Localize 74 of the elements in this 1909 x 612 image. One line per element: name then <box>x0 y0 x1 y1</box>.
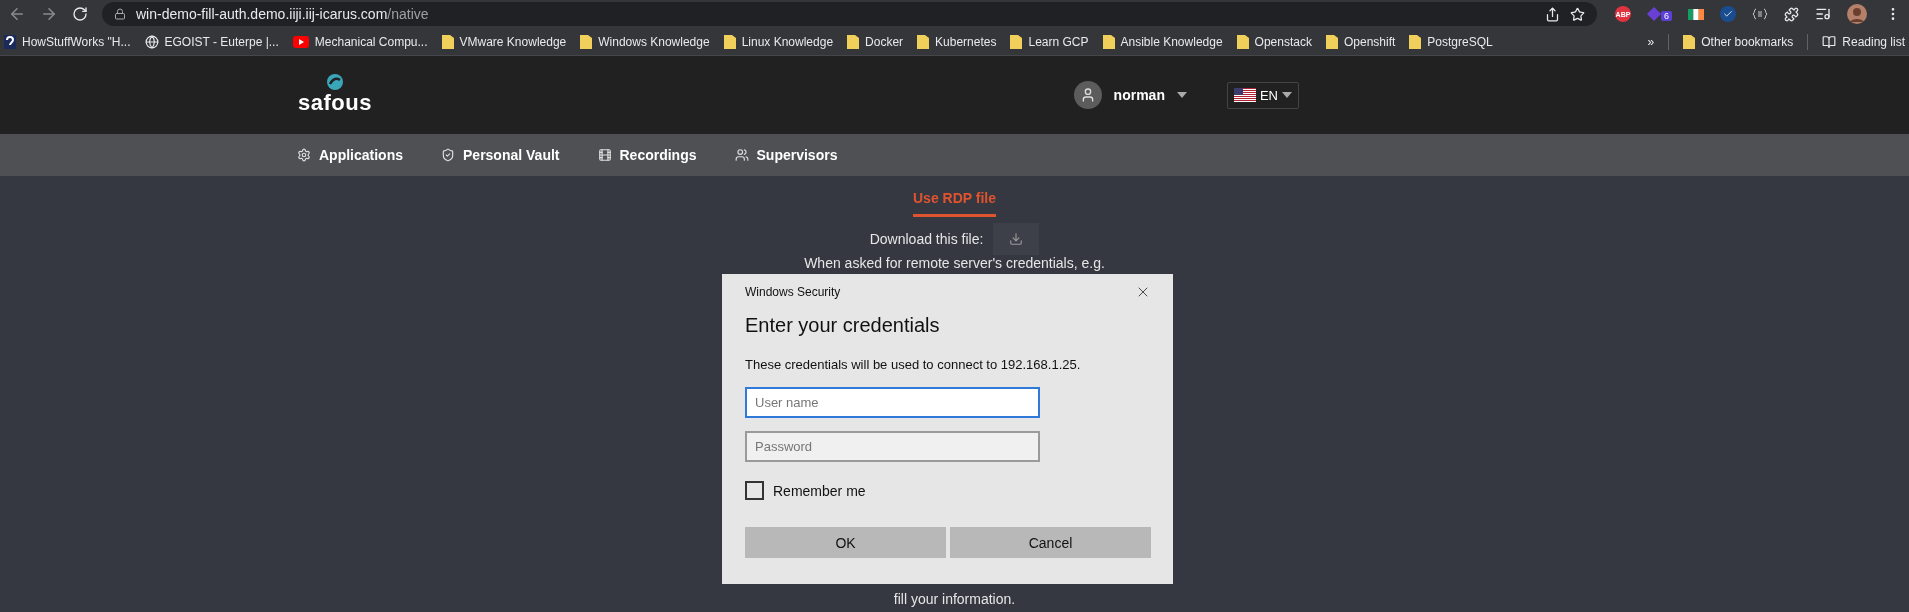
folder-icon <box>847 34 860 49</box>
share-icon[interactable] <box>1545 6 1560 22</box>
bookmark-link[interactable]: Linux Knowledge <box>723 34 834 49</box>
folder-icon <box>1683 34 1696 49</box>
playlist-icon[interactable] <box>1815 6 1831 22</box>
reading-list-icon <box>1822 34 1837 49</box>
film-icon <box>597 148 612 162</box>
dialog-title: Windows Security <box>745 285 841 299</box>
flag-icon[interactable] <box>1688 8 1704 20</box>
extension-badge: 6 <box>1661 11 1672 21</box>
bookmark-link[interactable]: Kubernetes <box>917 34 997 49</box>
shield-icon <box>441 148 455 162</box>
dialog-heading: Enter your credentials <box>745 314 941 337</box>
bookmark-star-icon[interactable] <box>1570 6 1585 22</box>
folder-icon <box>723 34 736 49</box>
caret-icon <box>1176 92 1187 98</box>
braces-icon[interactable] <box>1752 8 1768 20</box>
globe-icon <box>144 34 159 49</box>
nav-link[interactable]: Applications <box>297 147 403 163</box>
bookmark-link[interactable]: EGOIST - Euterpe |... <box>144 34 279 49</box>
input-field[interactable]: User name <box>745 387 1040 418</box>
bookmarks-overflow[interactable]: » <box>1647 34 1655 49</box>
bookmark-link[interactable]: PostgreSQL <box>1409 34 1493 49</box>
bookmark-link[interactable]: Learn GCP <box>1010 34 1089 49</box>
checkbox-label: Remember me <box>773 482 866 499</box>
bookmark-link[interactable]: VMware Knowledge <box>441 34 567 49</box>
checkbox[interactable] <box>745 481 764 500</box>
lock-icon <box>114 8 126 20</box>
profile-avatar[interactable] <box>1847 4 1867 24</box>
back-button[interactable] <box>8 5 26 23</box>
dialog-message: These credentials will be used to connect to 192.168.1.25. <box>745 357 1082 372</box>
instruction-text: When asked for remote server's credentials, e.g. <box>804 255 1105 271</box>
bookmark-link[interactable]: HowStuffWorks "H... <box>4 34 131 49</box>
language-selector[interactable]: EN <box>1226 81 1299 109</box>
download-label: Download this file: <box>869 231 984 247</box>
dialog-button[interactable]: Cancel <box>950 527 1151 558</box>
bookmark-link[interactable]: Windows Knowledge <box>580 34 710 49</box>
nav-link[interactable]: Supervisors <box>734 147 838 163</box>
bookmark-link[interactable]: Openstack <box>1236 34 1312 49</box>
site-icon <box>4 34 16 49</box>
check-icon[interactable] <box>1720 6 1736 22</box>
bookmark-link[interactable]: Mechanical Compu... <box>292 34 428 49</box>
play-icon <box>292 35 309 48</box>
folder-icon <box>1409 34 1422 49</box>
forward-button[interactable] <box>40 5 58 23</box>
user-menu[interactable]: norman <box>1067 80 1193 110</box>
bookmark-link[interactable]: Openshift <box>1325 34 1396 49</box>
people-icon <box>734 148 749 162</box>
folder-icon <box>1102 34 1115 49</box>
flag-icon <box>1233 88 1256 102</box>
folder-icon <box>1236 34 1249 49</box>
caret-icon <box>1282 92 1292 98</box>
bookmark-link[interactable]: Ansible Knowledge <box>1102 34 1223 49</box>
reload-button[interactable] <box>72 6 88 22</box>
logo-text: safous <box>298 90 372 116</box>
reading-list[interactable]: Reading list <box>1822 34 1905 49</box>
bookmark-link[interactable]: Docker <box>847 34 904 49</box>
nav-link[interactable]: Personal Vault <box>441 147 560 163</box>
extensions-icon[interactable] <box>1784 6 1799 22</box>
input-field[interactable]: Password <box>745 431 1040 462</box>
download-button[interactable] <box>993 223 1040 255</box>
folder-icon <box>917 34 930 49</box>
nav-link[interactable]: Recordings <box>597 147 697 163</box>
other-bookmarks[interactable]: Other bookmarks <box>1683 34 1794 49</box>
folder-icon <box>1325 34 1338 49</box>
address-bar[interactable]: win-demo-fill-auth.demo.iiji.iij-icarus.com/native <box>102 2 1597 26</box>
url-text: win-demo-fill-auth.demo.iiji.iij-icarus.com/native <box>136 6 429 22</box>
settings-icon <box>297 148 311 162</box>
folder-icon <box>1010 34 1023 49</box>
folder-icon <box>441 34 454 49</box>
instruction-text: fill your information. <box>893 591 1016 607</box>
folder-icon <box>580 34 593 49</box>
download-icon <box>1009 232 1024 246</box>
dialog-button[interactable]: OK <box>745 527 946 558</box>
